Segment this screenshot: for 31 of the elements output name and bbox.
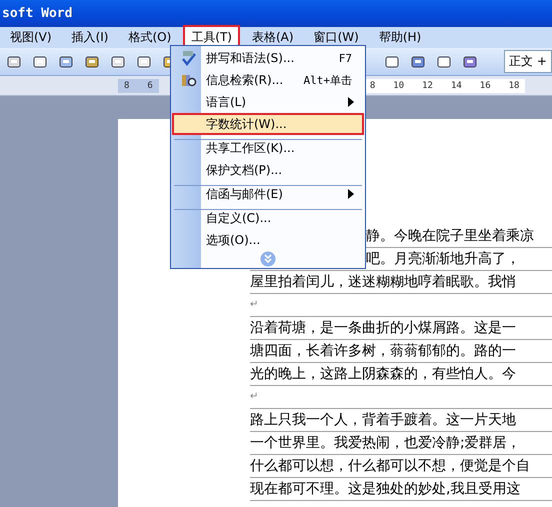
menu-item[interactable]: 信息检索(R)... Alt+单击 [172, 69, 364, 91]
text-line: 塘四面，长着许多树，蓊蓊郁郁的。路的一 [250, 340, 552, 363]
ruler-number: 12 [422, 80, 433, 90]
menu-item[interactable]: 共享工作区(K)... [172, 137, 364, 159]
text-line: 光的晚上，这路上阴森森的，有些怕人。今 [250, 363, 552, 386]
menu-item[interactable]: 信函与邮件(E) [172, 183, 364, 205]
ruler-number: 8 [370, 80, 376, 90]
menu-item[interactable]: 拼写和语法(S)... F7 [172, 47, 364, 69]
text-line: 屋里拍着闰儿，迷迷糊糊地哼着眠歌。我悄 [250, 271, 552, 294]
window-title: soft Word [2, 6, 72, 21]
text-line: 什么都可以想，什么都可以不想，便觉是个自 [250, 455, 552, 478]
paragraph-mark: ↵ [250, 294, 552, 317]
style-field[interactable]: 正文 + [504, 50, 552, 73]
ruler-number: 6 [147, 80, 153, 90]
menu-item[interactable]: 保护文档(P)... [172, 159, 364, 181]
menu-item[interactable]: 语言(L) [172, 91, 364, 113]
ruler-number: 16 [480, 80, 491, 90]
text-line: 现在都可不理。这是独处的妙处,我且受用这 [250, 478, 552, 501]
ruler-number: 8 [124, 80, 130, 90]
menu-item[interactable]: 格式(O) [120, 25, 180, 50]
ruler-number: 10 [393, 80, 404, 90]
menu-item[interactable]: 插入(I) [64, 25, 116, 50]
ruler-number: 18 [508, 80, 520, 90]
ruler-number: 14 [450, 80, 462, 90]
text-line: 一个世界里。我爱热闹，也爱冷静;爱群居， [250, 432, 552, 455]
menu-item[interactable]: 帮助(H) [370, 25, 430, 50]
text-line: 沿着荷塘，是一条曲折的小煤屑路。这是一 [250, 317, 552, 340]
text-line: 路上只我一个人，背着手踱着。这一片天地 [250, 409, 552, 432]
menu-item[interactable]: 字数统计(W)... [172, 113, 364, 135]
menu-item[interactable]: 视图(V) [2, 25, 60, 50]
paragraph-mark: ↵ [250, 386, 552, 409]
